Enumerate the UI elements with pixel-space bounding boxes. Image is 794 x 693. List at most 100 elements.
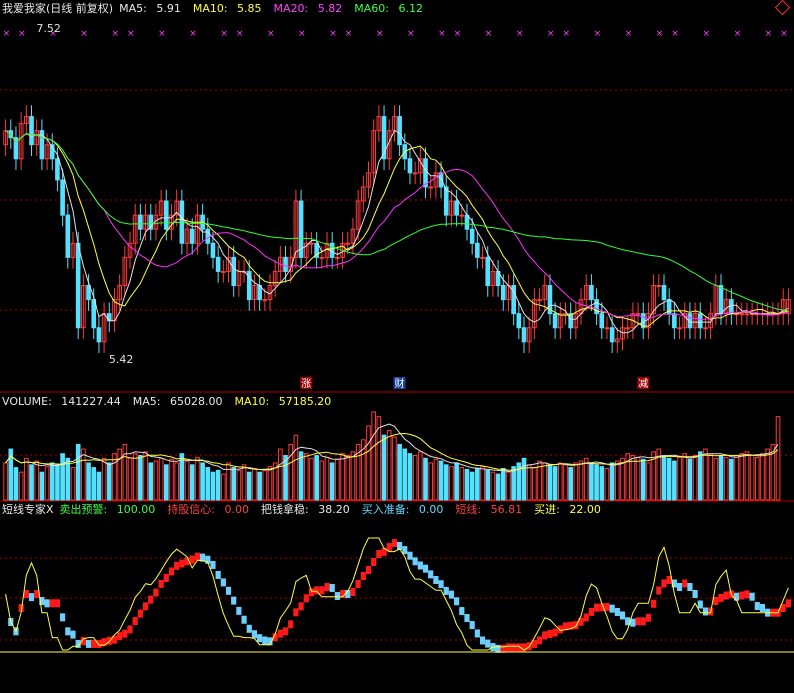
signal-mark: ×	[780, 29, 788, 39]
volume-bar	[635, 456, 641, 501]
volume-bar	[609, 462, 615, 501]
volume-bar	[13, 467, 19, 501]
candle-body	[485, 256, 491, 287]
indicator-band-segment	[153, 588, 159, 597]
indicator-band-segment	[231, 596, 237, 605]
signal-mark: ×	[407, 29, 415, 39]
indicator-band-segment	[713, 597, 719, 605]
volume-bar	[718, 455, 724, 501]
candle-body	[568, 313, 573, 329]
volume-bar	[210, 471, 216, 501]
indicator-band-segment	[676, 583, 683, 591]
indicator-band-segment	[619, 611, 626, 620]
candle-body	[661, 285, 667, 301]
volume-bar	[775, 416, 781, 501]
volume-bar	[500, 468, 506, 501]
volume-bar	[749, 455, 755, 501]
volume-bar	[112, 453, 117, 501]
volume-bar	[246, 471, 252, 501]
volume-bar	[532, 467, 537, 501]
signal-mark: ×	[158, 29, 166, 39]
stock-chart[interactable]: × × × × × × × × × × × × × × × × × × × × × × × × × × × × × × 7.52 5.42…	[0, 0, 794, 693]
indicator-band-segment	[70, 630, 76, 639]
volume-bar	[687, 458, 693, 501]
volume-bar	[464, 468, 470, 501]
candle-body	[744, 313, 750, 316]
volume-bar	[309, 457, 314, 501]
volume-bar	[454, 462, 459, 501]
indicator-band-segment	[194, 552, 200, 561]
indicator-band-segment	[91, 639, 97, 648]
indicator-band-segment	[54, 599, 61, 608]
candle-body	[609, 327, 615, 343]
volume-bar	[459, 467, 465, 501]
volume-bar	[620, 457, 625, 501]
indicator-band-segment	[687, 583, 693, 591]
event-label: 减	[638, 378, 648, 390]
volume-bar	[402, 448, 408, 501]
volume-bar	[101, 457, 107, 501]
candle-body	[163, 200, 169, 230]
volume-bar	[469, 471, 475, 501]
indicator-band-segment	[402, 546, 408, 555]
volume-bar	[490, 471, 496, 501]
volume-bar	[542, 462, 548, 501]
candle-body	[459, 214, 465, 217]
indicator-band-segment	[142, 602, 149, 611]
signal-mark: ×	[547, 29, 555, 39]
indicator-band-segment	[723, 591, 729, 600]
indicator-band-segment	[479, 636, 486, 645]
indicator-band-segment	[640, 617, 646, 626]
volume-bar	[557, 462, 563, 501]
indicator-band-segment	[355, 580, 361, 588]
indicator-band-segment	[174, 561, 180, 570]
volume-bar	[449, 466, 454, 501]
indicator-band-segment	[210, 560, 216, 569]
volume-bar	[153, 460, 159, 501]
volume-bar	[760, 453, 765, 501]
volume-bar	[392, 436, 397, 501]
candle-body	[345, 242, 351, 245]
indicator-band-segment	[365, 566, 372, 574]
indicator-band-segment	[220, 578, 226, 587]
volume-bar	[677, 456, 682, 501]
volume-bar	[262, 469, 268, 501]
volume-bar	[3, 462, 8, 501]
indicator-band-segment	[785, 599, 791, 608]
indicator-band-segment	[744, 590, 750, 599]
signal-mark: ×	[189, 29, 197, 39]
candle-body	[91, 299, 97, 329]
candle-body	[739, 313, 745, 316]
volume-bar	[127, 457, 133, 501]
indicator-band-segment	[96, 639, 102, 648]
indicator-band-segment	[443, 586, 449, 595]
signal-mark: ×	[765, 29, 773, 39]
volume-bar	[428, 462, 434, 501]
signal-mark: ×	[454, 29, 462, 39]
volume-bar	[70, 467, 76, 501]
indicator-band-segment	[376, 550, 382, 558]
volume-bar	[200, 462, 205, 501]
volume-bar	[189, 464, 195, 501]
indicator-band-segment	[334, 592, 340, 600]
candle-body	[516, 313, 522, 329]
candle-body	[464, 214, 470, 230]
candle-body	[189, 228, 195, 244]
indicator-band-segment	[407, 551, 413, 560]
candle-body	[29, 116, 34, 146]
volume-bar	[666, 457, 672, 501]
volume-bar	[485, 469, 491, 501]
candle-body	[309, 242, 314, 245]
volume-bar	[589, 462, 594, 501]
high-price-marker: 7.52	[36, 22, 61, 35]
indicator-band-segment	[614, 607, 620, 616]
candle-body	[672, 313, 677, 329]
indicator-band-segment	[106, 636, 112, 645]
volume-bar	[60, 453, 65, 501]
volume-bar	[511, 466, 516, 501]
indicator-band-segment	[225, 586, 232, 595]
indicator-band-segment	[308, 588, 315, 597]
indicator-band-segment	[44, 599, 50, 608]
indicator-band-segment	[485, 639, 491, 648]
volume-bar	[495, 473, 501, 501]
